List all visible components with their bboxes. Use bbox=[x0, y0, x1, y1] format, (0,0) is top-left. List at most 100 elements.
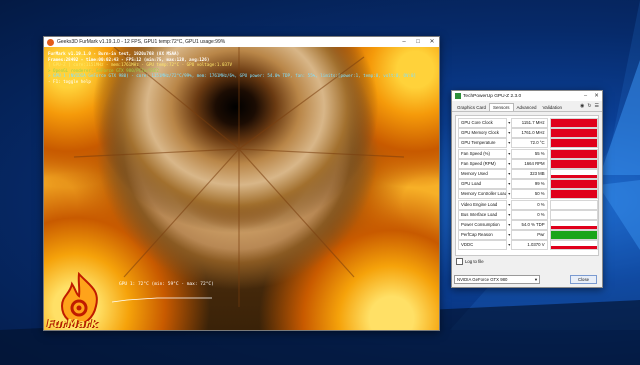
sensor-row: Bus Interface Load ▼ 0 % bbox=[456, 209, 598, 220]
sensor-value: 55 % bbox=[511, 148, 548, 159]
close-button[interactable]: Close bbox=[570, 275, 597, 284]
sensor-graph bbox=[549, 169, 598, 180]
sensor-label[interactable]: PerfCap Reason bbox=[458, 230, 508, 241]
camera-icon[interactable]: ◉ bbox=[580, 103, 584, 109]
sensor-value: 0 % bbox=[511, 209, 548, 220]
minimize-icon[interactable]: – bbox=[580, 91, 591, 101]
furmark-window[interactable]: Geeks3D FurMark v1.19.1.0 - 12 FPS, GPU1… bbox=[43, 36, 440, 331]
furmark-app-icon bbox=[47, 38, 54, 46]
sensor-value: Pwr bbox=[511, 230, 548, 241]
sensor-label[interactable]: Video Engine Load bbox=[458, 199, 508, 210]
sensor-label[interactable]: GPU Core Clock bbox=[458, 118, 508, 129]
gpuz-titlebar[interactable]: TechPowerUp GPU-Z 2.3.0 – ✕ bbox=[452, 91, 602, 101]
sensor-graph bbox=[549, 179, 598, 190]
sensor-label[interactable]: GPU Memory Clock bbox=[458, 128, 508, 139]
sensor-graph bbox=[549, 199, 598, 210]
tab-validation[interactable]: Validation bbox=[540, 104, 565, 111]
sensor-label[interactable]: Fan Speed (%) bbox=[458, 148, 508, 159]
sensor-graph-fill bbox=[550, 246, 597, 250]
gpuz-footer: NVIDIA GeForce GTX 980 ▼ Close bbox=[454, 275, 600, 284]
log-to-file-row[interactable]: Log to file bbox=[456, 258, 602, 265]
furmark-overlay-stats: FurMark v1.19.1.0 - Burn-in test, 1920x7… bbox=[48, 51, 416, 85]
furmark-render-canvas: FurMark v1.19.1.0 - Burn-in test, 1920x7… bbox=[44, 47, 439, 330]
sensor-row: Fan Speed (RPM) ▼ 1664 RPM bbox=[456, 158, 598, 169]
sensor-value: 323 MB bbox=[511, 169, 548, 180]
sensor-graph bbox=[549, 219, 598, 230]
sensor-graph-fill bbox=[550, 139, 597, 148]
sensor-graph-fill bbox=[550, 129, 597, 138]
sensor-graph-fill bbox=[550, 175, 597, 179]
sensor-graph bbox=[549, 128, 598, 139]
sensor-graph-fill bbox=[550, 180, 597, 189]
temperature-graph bbox=[112, 297, 212, 303]
sensor-graph bbox=[549, 148, 598, 159]
furmark-logo-text: FurMark bbox=[47, 317, 98, 330]
sensor-value: 99 % bbox=[511, 179, 548, 190]
sensor-graph-fill bbox=[550, 149, 597, 158]
minimize-icon[interactable]: – bbox=[397, 37, 411, 47]
sensor-label[interactable]: GPU Load bbox=[458, 179, 508, 190]
temperature-graph-label: GPU 1: 72°C (min: 59°C - max: 72°C) bbox=[119, 282, 214, 287]
menu-icon[interactable]: ☰ bbox=[595, 103, 599, 109]
sensor-row: GPU Core Clock ▼ 1151.7 MHz bbox=[456, 118, 598, 129]
sensor-value: 54.0 % TDP bbox=[511, 219, 548, 230]
maximize-icon[interactable]: □ bbox=[411, 37, 425, 47]
sensor-value: 0 % bbox=[511, 199, 548, 210]
sensor-label[interactable]: Fan Speed (RPM) bbox=[458, 158, 508, 169]
overlay-line: - F1: toggle help bbox=[48, 78, 91, 84]
sensor-value: 1151.7 MHz bbox=[511, 118, 548, 129]
sensor-row: VDDC ▼ 1.0370 V bbox=[456, 240, 598, 251]
gpuz-app-icon bbox=[455, 93, 461, 99]
refresh-icon[interactable]: ↻ bbox=[587, 103, 591, 109]
sensor-row: GPU Memory Clock ▼ 1761.0 MHz bbox=[456, 128, 598, 139]
sensor-row: GPU Load ▼ 99 % bbox=[456, 179, 598, 190]
sensor-value: 1.0370 V bbox=[511, 240, 548, 251]
sensor-label[interactable]: Power Consumption bbox=[458, 219, 508, 230]
sensor-row: Memory Used ▼ 323 MB bbox=[456, 169, 598, 180]
gpuz-tab-strip: Graphics Card Sensors Advanced Validatio… bbox=[452, 102, 602, 112]
sensor-row: GPU Temperature ▼ 72.0 °C bbox=[456, 138, 598, 149]
sensor-row: Fan Speed (%) ▼ 55 % bbox=[456, 148, 598, 159]
sensor-graph bbox=[549, 158, 598, 169]
sensor-label[interactable]: Bus Interface Load bbox=[458, 209, 508, 220]
sensor-label[interactable]: Memory Used bbox=[458, 169, 508, 180]
overlay-line: > GPU 1 (NVIDIA GeForce GTX 980) - core:… bbox=[48, 73, 417, 79]
sensor-graph bbox=[549, 230, 598, 241]
sensor-label[interactable]: VDDC bbox=[458, 240, 508, 251]
sensor-value: 1664 RPM bbox=[511, 158, 548, 169]
sensor-graph bbox=[549, 209, 598, 220]
tab-advanced[interactable]: Advanced bbox=[514, 104, 540, 111]
sensor-value: 1761.0 MHz bbox=[511, 128, 548, 139]
sensor-value: 72.0 °C bbox=[511, 138, 548, 149]
furmark-titlebar[interactable]: Geeks3D FurMark v1.19.1.0 - 12 FPS, GPU1… bbox=[44, 37, 439, 47]
close-icon[interactable]: ✕ bbox=[425, 37, 439, 47]
sensor-list: GPU Core Clock ▼ 1151.7 MHz GPU Memory Cloc… bbox=[455, 115, 599, 256]
sensor-graph-fill bbox=[550, 225, 597, 229]
sensor-graph bbox=[549, 240, 598, 251]
sensor-graph-fill bbox=[550, 159, 597, 168]
sensor-graph bbox=[549, 138, 598, 149]
sensor-value: 50 % bbox=[511, 189, 548, 200]
sensor-graph bbox=[549, 118, 598, 129]
sensor-graph-fill bbox=[550, 231, 597, 240]
tab-graphics-card[interactable]: Graphics Card bbox=[454, 104, 489, 111]
sensor-row: Video Engine Load ▼ 0 % bbox=[456, 199, 598, 210]
tab-sensors[interactable]: Sensors bbox=[489, 103, 514, 111]
sensor-graph-fill bbox=[550, 119, 597, 128]
chevron-down-icon: ▼ bbox=[534, 277, 538, 282]
sensor-label[interactable]: GPU Temperature bbox=[458, 138, 508, 149]
sensor-row: PerfCap Reason ▼ Pwr bbox=[456, 230, 598, 241]
close-icon[interactable]: ✕ bbox=[591, 91, 602, 101]
gpu-select-dropdown[interactable]: NVIDIA GeForce GTX 980 ▼ bbox=[454, 275, 540, 284]
gpuz-window-title: TechPowerUp GPU-Z 2.3.0 bbox=[463, 93, 522, 99]
log-to-file-label: Log to file bbox=[465, 259, 484, 264]
sensor-row: Power Consumption ▼ 54.0 % TDP bbox=[456, 219, 598, 230]
sensor-graph bbox=[549, 189, 598, 200]
sensor-graph-fill bbox=[550, 190, 597, 199]
log-to-file-checkbox[interactable] bbox=[456, 258, 463, 265]
sensor-label[interactable]: Memory Controller Load bbox=[458, 189, 508, 200]
gpuz-window[interactable]: TechPowerUp GPU-Z 2.3.0 – ✕ Graphics Car… bbox=[451, 90, 603, 288]
gpu-select-value: NVIDIA GeForce GTX 980 bbox=[457, 277, 508, 282]
furmark-window-title: Geeks3D FurMark v1.19.1.0 - 12 FPS, GPU1… bbox=[57, 39, 226, 45]
sensor-row: Memory Controller Load ▼ 50 % bbox=[456, 189, 598, 200]
